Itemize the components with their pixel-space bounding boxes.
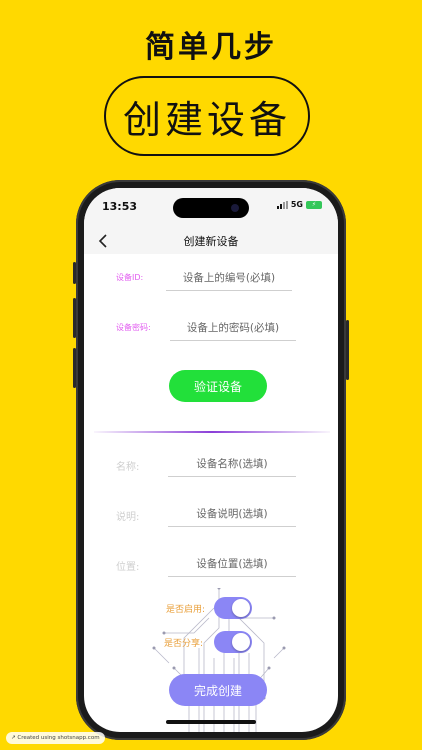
nav-title: 创建新设备 — [183, 235, 239, 248]
device-id-input[interactable]: 设备上的编号(必填) — [166, 270, 292, 285]
enabled-toggle-row: 是否启用: — [84, 595, 338, 621]
shared-toggle[interactable] — [214, 631, 252, 653]
charging-icon: ⚡ — [311, 200, 317, 208]
enabled-label: 是否启用: — [166, 605, 206, 615]
status-bar: 13:53 5G ⚡ — [84, 188, 338, 228]
phone-volume-up — [73, 298, 76, 338]
description-label: 说明: — [116, 512, 140, 523]
home-indicator — [166, 720, 256, 724]
status-indicators: 5G ⚡ — [276, 200, 322, 209]
finish-create-button[interactable]: 完成创建 — [169, 674, 267, 706]
camera-icon — [231, 204, 239, 212]
shared-label: 是否分享: — [164, 639, 204, 649]
nav-bar: 创建新设备 — [84, 228, 338, 254]
name-label: 名称: — [116, 462, 140, 473]
device-id-label: 设备ID: — [116, 273, 144, 282]
phone-frame: 13:53 5G ⚡ 创建新设备 设备ID: 设备上的编号(必填) 设备密码: … — [73, 180, 349, 740]
signal-icon — [276, 200, 288, 209]
device-password-input[interactable]: 设备上的密码(必填) — [170, 320, 296, 335]
device-password-row: 设备密码: 设备上的密码(必填) — [84, 314, 338, 344]
phone-volume-down — [73, 348, 76, 388]
device-password-underline — [170, 340, 296, 341]
promo-headline: 简单几步 — [145, 30, 277, 65]
phone-power-button — [346, 320, 349, 380]
status-time: 13:53 — [102, 200, 138, 213]
phone-screen: 13:53 5G ⚡ 创建新设备 设备ID: 设备上的编号(必填) 设备密码: … — [84, 188, 338, 732]
location-label: 位置: — [116, 562, 140, 573]
dynamic-island — [173, 198, 249, 218]
enabled-toggle-knob — [232, 599, 250, 617]
name-input[interactable]: 设备名称(选填) — [168, 456, 296, 471]
battery-icon: ⚡ — [306, 200, 322, 209]
shared-toggle-knob — [232, 633, 250, 651]
location-underline — [168, 576, 296, 577]
name-underline — [168, 476, 296, 477]
name-row: 名称: 设备名称(选填) — [84, 450, 338, 480]
description-row: 说明: 设备说明(选填) — [84, 500, 338, 530]
section-divider — [94, 431, 330, 433]
phone-silent-switch — [73, 262, 76, 284]
description-input[interactable]: 设备说明(选填) — [168, 506, 296, 521]
watermark-text: Created using shotsnapp.com — [17, 735, 100, 741]
device-id-row: 设备ID: 设备上的编号(必填) — [84, 264, 338, 294]
device-id-underline — [166, 290, 292, 291]
watermark-badge: ↗ Created using shotsnapp.com — [6, 732, 105, 744]
network-type: 5G — [290, 200, 303, 209]
shared-toggle-row: 是否分享: — [84, 629, 338, 655]
location-input[interactable]: 设备位置(选填) — [168, 556, 296, 571]
enabled-toggle[interactable] — [214, 597, 252, 619]
promo-pill: 创建设备 — [104, 76, 310, 156]
verify-device-button[interactable]: 验证设备 — [169, 370, 267, 402]
description-underline — [168, 526, 296, 527]
device-password-label: 设备密码: — [116, 323, 151, 332]
location-row: 位置: 设备位置(选填) — [84, 550, 338, 580]
watermark-arrow-icon: ↗ — [11, 735, 16, 741]
